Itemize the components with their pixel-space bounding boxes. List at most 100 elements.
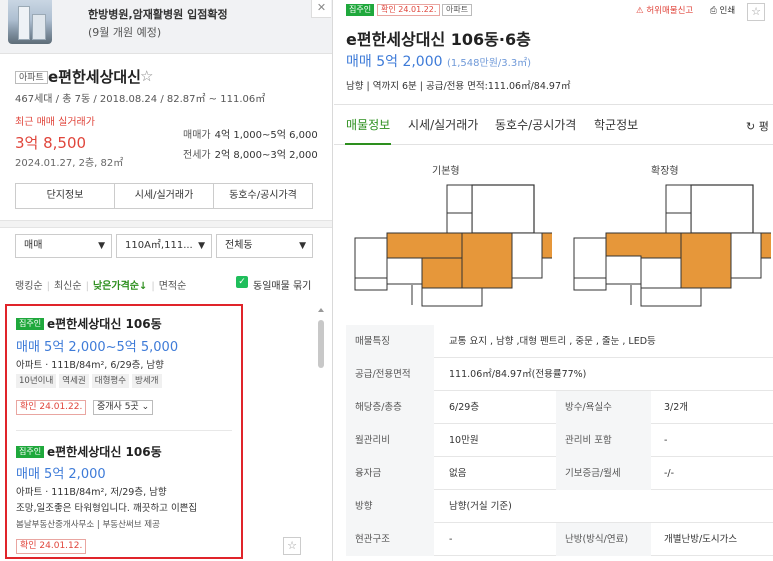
trade-type-value: 매매 — [24, 240, 43, 251]
row-value: 6/29층 — [449, 402, 480, 413]
tag-chip: 10년이내 — [16, 374, 57, 388]
row-value: 111.06㎡/84.97㎡(전용률77%) — [449, 369, 587, 380]
owner-badge: 집주인 — [16, 446, 45, 458]
row-label: 융자금 — [346, 457, 434, 490]
table-row: 월관리비 10만원 관리비 포함 - — [346, 424, 773, 457]
agents-dropdown[interactable]: 중개사 5곳 ⌄ — [93, 400, 154, 415]
tab-school-info[interactable]: 학군정보 — [594, 116, 638, 133]
chevron-down-icon: ▼ — [299, 241, 306, 251]
tabs-bottom-border — [334, 144, 773, 145]
recent-trade-label: 최근 매매 실거래가 — [15, 117, 95, 128]
row-label: 월관리비 — [346, 424, 434, 457]
tag-chip: 방세개 — [132, 374, 162, 388]
bundle-label[interactable]: 동일매물 묶기 — [253, 277, 311, 292]
active-tab-indicator — [345, 143, 391, 145]
row-label: 매물특징 — [346, 325, 434, 358]
tab-unit-price[interactable]: 동호수/공시가격 — [214, 184, 312, 208]
owner-badge: 집주인 — [346, 4, 375, 16]
listing-spec: 아파트 · 111B/84m², 저/29층, 남향 — [16, 487, 167, 498]
table-row: 현관구조 - 난방(방식/연료) 개별난방/도시가스 — [346, 523, 773, 556]
bundle-checkbox[interactable]: ✓ — [236, 276, 248, 288]
confirm-date: 확인 24.01.12. — [16, 539, 87, 554]
table-row: 공급/전용면적 111.06㎡/84.97㎡(전용률77%) — [346, 358, 773, 391]
tag-chip: 대형평수 — [91, 374, 130, 388]
listing-description: 조망,일조좋은 타워형입니다. 깨끗하고 이쁜집 — [16, 503, 198, 514]
complex-tabs: 단지정보 시세/실거래가 동호수/공시가격 — [15, 183, 313, 209]
card-divider — [16, 430, 232, 431]
siren-icon: ⚠ — [636, 6, 647, 16]
listing-name: e편한세상대신 106동 — [47, 445, 162, 459]
tab-market-price[interactable]: 시세/실거래가 — [408, 116, 478, 133]
close-icon[interactable]: ✕ — [311, 0, 331, 18]
listing-detail-panel: 집주인 확인 24.01.22. 아파트 ⚠ 허위매물신고 ⎙ 인쇄 ☆ e편한… — [334, 0, 773, 561]
table-row: 융자금 없음 기보증금/월세 -/- — [346, 457, 773, 490]
tag-chip: 역세권 — [59, 374, 89, 388]
table-row: 매물특징 교통 요지 , 남향 ,대형 펜트리 , 중문 , 줄눈 , LED등 — [346, 325, 773, 358]
complex-name: e편한세상대신 — [48, 68, 141, 86]
sort-latest[interactable]: 최신순 — [54, 281, 82, 292]
floorplan-basic-label: 기본형 — [432, 166, 460, 177]
table-row: 방향 남향(거실 기준) — [346, 490, 773, 523]
floorplan-extended-image[interactable] — [571, 180, 771, 310]
listing-title: e편한세상대신 106동·6층 — [346, 30, 531, 49]
star-icon[interactable]: ☆ — [140, 67, 153, 85]
recent-trade-price: 3억 8,500 — [15, 134, 87, 152]
app-root: 한방병원,암재활병원 입점확정 (9월 개원 예정) ✕ 아파트 e편한세상대신… — [0, 0, 773, 561]
sort-area[interactable]: 면적순 — [159, 281, 187, 292]
jeonse-price-range: 전세가 2억 8,000~3억 2,000 — [183, 146, 318, 161]
print-label: 인쇄 — [719, 6, 736, 16]
jeonse-price-value: 2억 8,000~3억 2,000 — [214, 150, 318, 161]
list-scrollbar[interactable] — [316, 304, 326, 559]
dong-select[interactable]: 전체동 ▼ — [216, 234, 313, 258]
jeonse-price-label: 전세가 — [183, 150, 211, 161]
confirm-date: 확인 24.01.22. — [16, 400, 87, 415]
banner-title: 한방병원,암재활병원 입점확정 — [88, 8, 228, 21]
sort-ranking[interactable]: 랭킹순 — [15, 281, 43, 292]
building-thumbnail — [8, 0, 52, 44]
scroll-thumb[interactable] — [318, 320, 324, 368]
area-value: 110A㎡,111... — [125, 240, 193, 251]
print-link[interactable]: ⎙ 인쇄 — [710, 4, 735, 16]
row-label: 관리비 포함 — [556, 424, 651, 457]
row-label: 공급/전용면적 — [346, 358, 434, 391]
listing-price: 매매 5억 2,000 (1,548만원/3.3㎡) — [346, 51, 531, 71]
dong-value: 전체동 — [225, 240, 253, 251]
floorplan-basic-image[interactable] — [352, 180, 552, 310]
price-per-area: (1,548만원/3.3㎡) — [446, 58, 532, 69]
row-label: 현관구조 — [346, 523, 434, 556]
listing-spec: 아파트 · 111B/84m², 6/29층, 남향 — [16, 360, 164, 371]
listing-name: e편한세상대신 106동 — [47, 317, 162, 331]
tab-market-price[interactable]: 시세/실거래가 — [115, 184, 214, 208]
listing-price: 매매 5억 2,000~5억 5,000 — [16, 340, 179, 355]
row-value: - — [664, 435, 668, 446]
favorite-star-icon[interactable]: ☆ — [747, 3, 765, 21]
type-badge: 아파트 — [442, 4, 473, 16]
section-divider — [0, 220, 332, 228]
row-label: 방향 — [346, 490, 434, 523]
row-label: 방수/욕실수 — [556, 391, 651, 424]
tab-unit-price[interactable]: 동호수/공시가격 — [495, 116, 576, 133]
print-icon: ⎙ — [710, 6, 720, 16]
price-value: 매매 5억 2,000 — [346, 54, 443, 70]
report-link[interactable]: ⚠ 허위매물신고 — [636, 4, 693, 16]
listing-price: 매매 5억 2,000 — [16, 467, 106, 482]
floorplan-extended-label: 확장형 — [651, 166, 679, 177]
area-select[interactable]: 110A㎡,111... ▼ — [116, 234, 212, 258]
scroll-up-icon[interactable] — [318, 308, 324, 312]
sort-low-price[interactable]: 낮은가격순↓ — [93, 281, 147, 292]
chevron-down-icon: ▼ — [198, 241, 205, 251]
promo-banner[interactable]: 한방병원,암재활병원 입점확정 (9월 개원 예정) ✕ — [0, 0, 332, 54]
complex-summary: 467세대 / 총 7동 / 2018.08.24 / 82.87㎡ ~ 111… — [15, 94, 266, 105]
trade-type-select[interactable]: 매매 ▼ — [15, 234, 112, 258]
row-value: 3/2개 — [664, 402, 689, 413]
refresh-button[interactable]: ↻ 평 — [746, 118, 769, 134]
banner-subtitle: (9월 개원 예정) — [88, 26, 162, 39]
row-value: 없음 — [449, 468, 467, 479]
tab-listing-info[interactable]: 매물정보 — [346, 116, 390, 133]
row-value: -/- — [664, 468, 675, 479]
sale-price-value: 4억 1,000~5억 6,000 — [214, 130, 318, 141]
favorite-star-icon[interactable]: ☆ — [283, 537, 301, 555]
sort-options: 랭킹순 | 최신순 | 낮은가격순↓ | 면적순 — [15, 281, 187, 292]
listing-tags: 10년이내 역세권 대형평수 방세개 — [16, 374, 162, 388]
tab-complex-info[interactable]: 단지정보 — [16, 184, 115, 208]
